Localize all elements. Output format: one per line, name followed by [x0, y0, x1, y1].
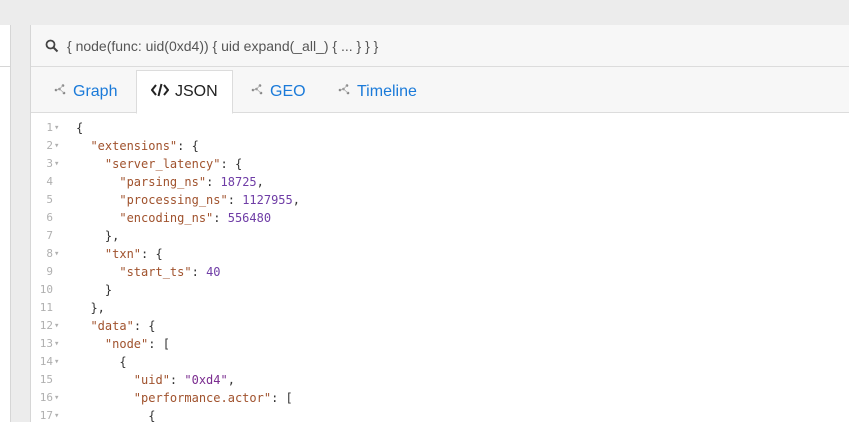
- query-text[interactable]: { node(func: uid(0xd4)) { uid expand(_al…: [67, 38, 378, 54]
- code-text: "data": {: [90, 319, 156, 333]
- tab-graph-label: Graph: [73, 82, 118, 100]
- line-number: 5: [46, 193, 53, 206]
- result-tabs: Graph JSON GEO Timeline: [31, 67, 849, 114]
- editor-line: 11 },: [31, 299, 849, 317]
- editor-line: 4 "parsing_ns": 18725,: [31, 173, 849, 191]
- pane-splitter[interactable]: [11, 25, 31, 422]
- code-text: "encoding_ns": 556480: [119, 211, 272, 225]
- line-number: 3: [46, 157, 53, 170]
- tab-geo[interactable]: GEO: [250, 70, 306, 113]
- code-text: {: [76, 121, 84, 135]
- code-text: "extensions": {: [90, 139, 199, 153]
- editor-line: 1 ▾ {: [31, 119, 849, 137]
- code-text: "node": [: [104, 337, 170, 351]
- editor-line: 2 ▾ "extensions": {: [31, 137, 849, 155]
- tab-geo-label: GEO: [270, 82, 306, 100]
- fold-toggle-icon[interactable]: ▾: [54, 353, 59, 371]
- line-number: 15: [39, 373, 53, 386]
- fold-toggle-icon[interactable]: ▾: [54, 155, 59, 173]
- line-number: 2: [46, 139, 53, 152]
- geo-icon: [250, 82, 264, 101]
- fold-toggle-icon[interactable]: ▾: [54, 407, 59, 422]
- timeline-icon: [337, 82, 351, 101]
- fold-toggle-icon[interactable]: ▾: [54, 137, 59, 155]
- fold-toggle-icon[interactable]: ▾: [54, 119, 59, 137]
- query-bar[interactable]: { node(func: uid(0xd4)) { uid expand(_al…: [31, 25, 849, 67]
- code-text: },: [76, 301, 105, 315]
- left-pane-divider: [0, 66, 11, 67]
- editor-line: 12 ▾ "data": {: [31, 317, 849, 335]
- line-number: 10: [39, 283, 53, 296]
- editor-line: 9 "start_ts": 40: [31, 263, 849, 281]
- fold-toggle-icon[interactable]: ▾: [54, 335, 59, 353]
- line-number: 4: [46, 175, 53, 188]
- fold-toggle-icon[interactable]: ▾: [54, 389, 59, 407]
- window-top-strip: [0, 0, 849, 25]
- line-number: 14: [39, 355, 53, 368]
- line-number: 6: [46, 211, 53, 224]
- line-number: 13: [39, 337, 53, 350]
- editor-line: 16 ▾ "performance.actor": [: [31, 389, 849, 407]
- line-number: 16: [39, 391, 53, 404]
- line-number: 11: [39, 301, 53, 314]
- line-number: 9: [46, 265, 53, 278]
- code-text: "uid": "0xd4",: [133, 373, 235, 387]
- editor-line: 10 }: [31, 281, 849, 299]
- tab-json[interactable]: JSON: [136, 70, 233, 114]
- editor-line: 14 ▾ {: [31, 353, 849, 371]
- code-text: {: [76, 355, 127, 369]
- code-text: }: [76, 283, 113, 297]
- line-number: 17: [39, 409, 53, 422]
- search-icon: [45, 39, 59, 53]
- code-text: "start_ts": 40: [119, 265, 221, 279]
- graph-icon: [53, 82, 67, 101]
- editor-line: 6 "encoding_ns": 556480: [31, 209, 849, 227]
- editor-line: 8 ▾ "txn": {: [31, 245, 849, 263]
- code-text: "txn": {: [104, 247, 163, 261]
- code-text: },: [76, 229, 120, 243]
- result-panel: { node(func: uid(0xd4)) { uid expand(_al…: [31, 25, 849, 422]
- code-icon: [150, 83, 170, 102]
- line-number: 1: [46, 121, 53, 134]
- code-text: "server_latency": {: [104, 157, 243, 171]
- json-editor[interactable]: 1 ▾{2 ▾ "extensions": {3 ▾ "server_latency"…: [31, 114, 849, 422]
- line-number: 8: [46, 247, 53, 260]
- tab-graph[interactable]: Graph: [53, 70, 117, 113]
- editor-line: 15 "uid": "0xd4",: [31, 371, 849, 389]
- code-text: "performance.actor": [: [133, 391, 293, 405]
- tab-json-label: JSON: [175, 83, 218, 100]
- tab-timeline[interactable]: Timeline: [337, 70, 417, 113]
- editor-line: 13 ▾ "node": [: [31, 335, 849, 353]
- editor-line: 5 "processing_ns": 1127955,: [31, 191, 849, 209]
- left-pane: [0, 25, 11, 422]
- fold-toggle-icon[interactable]: ▾: [54, 317, 59, 335]
- code-text: {: [76, 409, 156, 422]
- line-number: 7: [46, 229, 53, 242]
- editor-line: 17 ▾ {: [31, 407, 849, 422]
- code-text: "parsing_ns": 18725,: [119, 175, 264, 189]
- tab-timeline-label: Timeline: [357, 82, 417, 100]
- code-text: "processing_ns": 1127955,: [119, 193, 300, 207]
- fold-toggle-icon[interactable]: ▾: [54, 245, 59, 263]
- line-number: 12: [39, 319, 53, 332]
- editor-line: 3 ▾ "server_latency": {: [31, 155, 849, 173]
- editor-line: 7 },: [31, 227, 849, 245]
